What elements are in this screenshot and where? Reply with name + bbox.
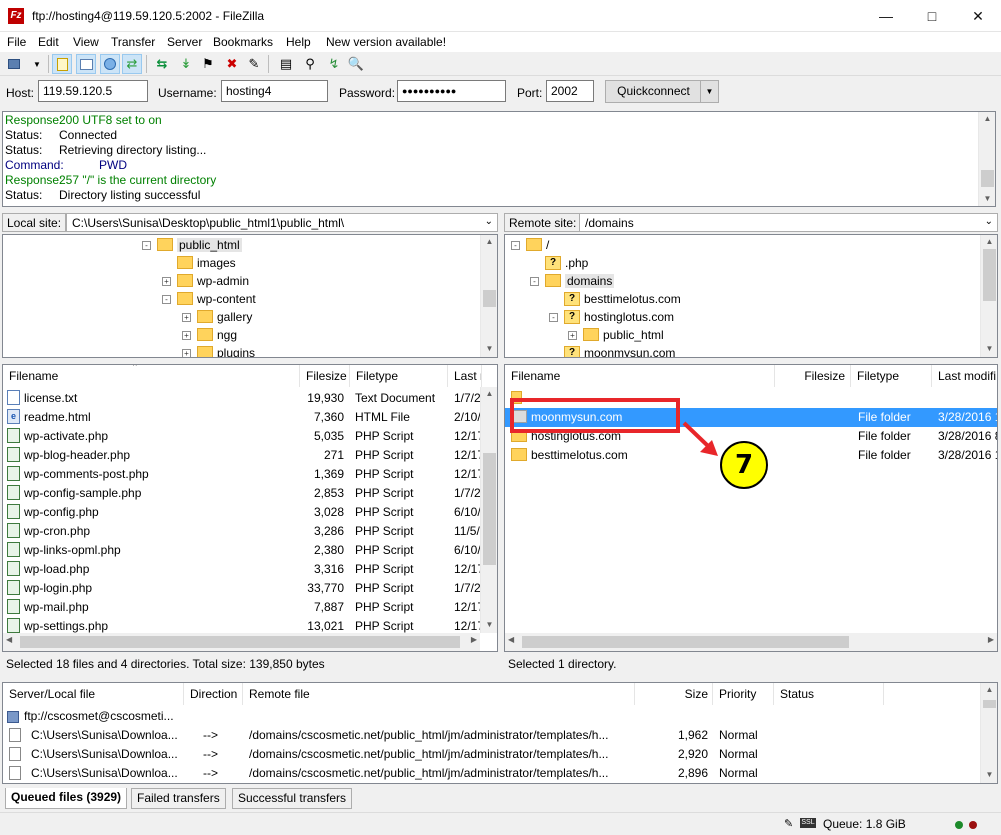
tab-failed-transfers[interactable]: Failed transfers bbox=[131, 788, 226, 809]
encryption-icon: ✎ bbox=[784, 818, 794, 830]
queue-server-row[interactable]: ftp://cscosmet@cscosmeti... bbox=[7, 707, 174, 726]
queue-size: 2,920 bbox=[677, 747, 708, 761]
queue-priority: Normal bbox=[719, 728, 758, 742]
queue-col-size[interactable]: Size bbox=[635, 683, 713, 705]
queue-server-text: ftp://cscosmet@cscosmeti... bbox=[24, 709, 174, 723]
queue-priority: Normal bbox=[719, 747, 758, 761]
highlight-box bbox=[510, 398, 680, 433]
queue-remote-file: /domains/cscosmetic.net/public_html/jm/a… bbox=[249, 728, 609, 742]
queue-direction: --> bbox=[203, 747, 218, 761]
queue-row[interactable]: C:\Users\Sunisa\Downloa... --> /domains/cs… bbox=[3, 745, 980, 764]
queue-size: 1,962 bbox=[677, 728, 708, 742]
queue-priority: Normal bbox=[719, 766, 758, 780]
file-icon bbox=[9, 766, 21, 780]
queue-row[interactable]: C:\Users\Sunisa\Downloa... --> /domains/cs… bbox=[3, 726, 980, 745]
queue-remote-file: /domains/cscosmetic.net/public_html/jm/a… bbox=[249, 766, 609, 780]
queue-col-priority[interactable]: Priority bbox=[713, 683, 774, 705]
queue-col-status[interactable]: Status bbox=[774, 683, 884, 705]
queue-col-direction[interactable]: Direction bbox=[184, 683, 243, 705]
activity-led-icon bbox=[955, 821, 963, 829]
queue-direction: --> bbox=[203, 728, 218, 742]
queue-local-file: C:\Users\Sunisa\Downloa... bbox=[31, 747, 178, 761]
activity-led-icon bbox=[969, 821, 977, 829]
file-icon bbox=[9, 747, 21, 761]
queue-local-file: C:\Users\Sunisa\Downloa... bbox=[31, 728, 178, 742]
queue-size: 2,896 bbox=[677, 766, 708, 780]
queue-col-remote[interactable]: Remote file bbox=[243, 683, 635, 705]
transfer-queue[interactable]: Server/Local file Direction Remote file … bbox=[2, 682, 998, 784]
file-icon bbox=[9, 728, 21, 742]
queue-size-status: Queue: 1.8 GiB bbox=[823, 817, 906, 831]
speed-limit-icon: SSL bbox=[800, 818, 816, 828]
tab-queued-files[interactable]: Queued files (3929) bbox=[5, 788, 128, 809]
queue-direction: --> bbox=[203, 766, 218, 780]
queue-col-server[interactable]: Server/Local file bbox=[3, 683, 184, 705]
server-icon bbox=[7, 710, 19, 723]
queue-row[interactable]: C:\Users\Sunisa\Downloa... --> /domains/cs… bbox=[3, 764, 980, 783]
queue-scrollbar[interactable]: ▲ ▼ bbox=[980, 683, 997, 783]
queue-remote-file: /domains/cscosmetic.net/public_html/jm/a… bbox=[249, 747, 609, 761]
annotation-arrow-line bbox=[682, 421, 710, 448]
step-number: 7 bbox=[734, 450, 754, 480]
status-bar: ✎ SSL Queue: 1.8 GiB bbox=[0, 812, 1001, 835]
queue-local-file: C:\Users\Sunisa\Downloa... bbox=[31, 766, 178, 780]
tab-successful-transfers[interactable]: Successful transfers bbox=[232, 788, 353, 809]
